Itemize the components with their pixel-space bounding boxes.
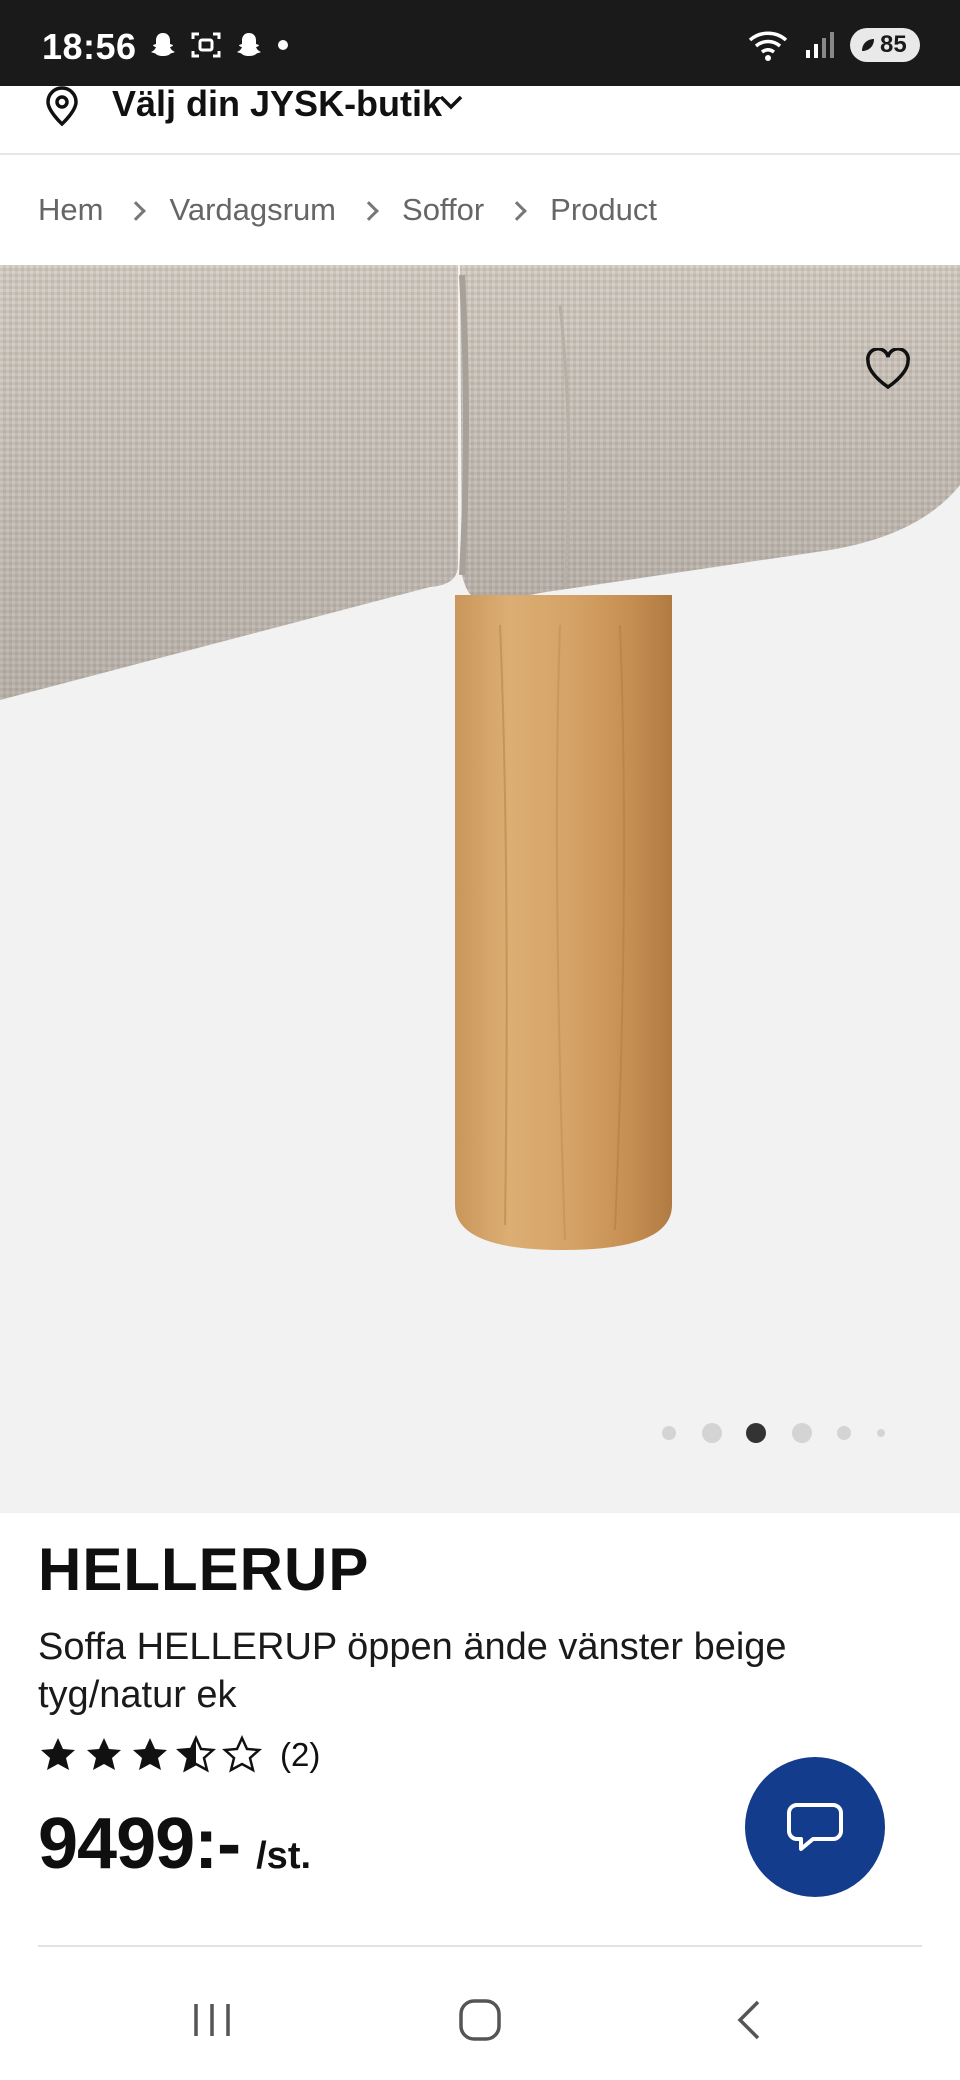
status-time: 18:56: [42, 26, 137, 67]
store-selector-label: Välj din JYSK-butik: [112, 83, 443, 124]
pagination-dot[interactable]: [662, 1426, 676, 1440]
pagination-dot[interactable]: [702, 1423, 722, 1443]
breadcrumb-item-vardagsrum[interactable]: Vardagsrum: [169, 192, 336, 228]
chevron-right-icon: [126, 201, 147, 221]
snapchat-icon: [237, 33, 261, 56]
leaf-icon: [862, 39, 874, 51]
star-full-icon: [87, 1738, 121, 1770]
home-icon: [459, 1999, 501, 2041]
system-nav-bar: [0, 1960, 960, 2080]
breadcrumb-item-hem[interactable]: Hem: [38, 192, 103, 228]
chevron-right-icon: [359, 201, 379, 221]
chat-button[interactable]: [745, 1757, 885, 1897]
breadcrumb-item-soffor[interactable]: Soffor: [402, 192, 484, 228]
home-button[interactable]: [440, 1990, 520, 2050]
status-bar: 18:56 85: [0, 0, 960, 86]
chevron-right-icon: [507, 201, 528, 221]
review-count: (2): [280, 1736, 321, 1773]
dot-icon: [278, 40, 288, 50]
price-unit: /st.: [256, 1835, 312, 1877]
breadcrumb: Hem Vardagsrum Soffor Product: [38, 190, 657, 230]
gallery-pagination: [0, 1418, 960, 1448]
star-half-icon: [176, 1735, 216, 1773]
wifi-icon: [748, 31, 788, 61]
divider: [38, 1945, 922, 1947]
pagination-dot[interactable]: [877, 1429, 885, 1437]
chat-bubble-icon: [787, 1803, 843, 1851]
product-brand: HELLERUP: [38, 1536, 370, 1603]
pagination-dot[interactable]: [837, 1426, 851, 1440]
pagination-dot[interactable]: [792, 1423, 812, 1443]
store-selector[interactable]: Välj din JYSK-butik: [0, 86, 960, 154]
signal-icon: [806, 32, 834, 58]
battery-level: 85: [880, 31, 907, 58]
battery-icon: 85: [850, 28, 920, 62]
notification-icons: [148, 30, 290, 60]
product-image: [0, 265, 960, 1250]
product-image-gallery[interactable]: [0, 265, 960, 1513]
back-button[interactable]: [710, 1990, 790, 2050]
chevron-down-icon: [439, 95, 463, 110]
divider: [0, 153, 960, 155]
product-description: Soffa HELLERUP öppen ände vänster beige …: [38, 1626, 787, 1716]
recent-apps-icon: [194, 2004, 230, 2036]
star-full-icon: [133, 1738, 167, 1770]
screenshot-icon: [191, 32, 221, 58]
pagination-dot-active[interactable]: [746, 1423, 766, 1443]
back-chevron-icon: [737, 2000, 760, 2040]
price-value: 9499:-: [38, 1804, 241, 1884]
location-pin-icon: [46, 86, 78, 126]
breadcrumb-item-product: Product: [550, 192, 658, 227]
product-price: 9499:- /st.: [38, 1803, 311, 1885]
favorite-button[interactable]: [860, 341, 916, 397]
star-empty-icon: [222, 1735, 262, 1773]
star-full-icon: [41, 1738, 75, 1770]
snapchat-icon: [151, 33, 175, 56]
recent-apps-button[interactable]: [172, 1990, 252, 2050]
system-icons: 85: [746, 28, 920, 62]
heart-icon: [866, 348, 910, 390]
product-rating[interactable]: (2): [38, 1735, 320, 1775]
